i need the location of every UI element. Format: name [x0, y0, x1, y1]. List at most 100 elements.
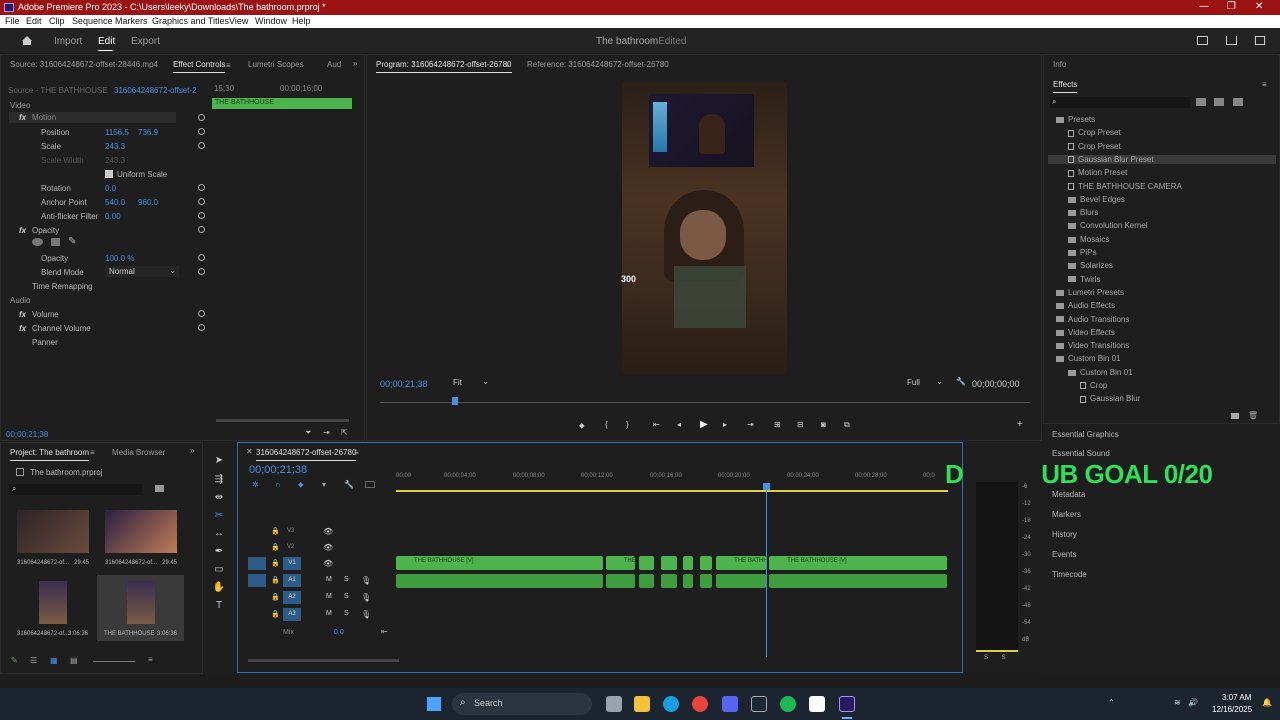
uniform-scale-checkbox[interactable] — [105, 170, 113, 178]
source-dropdown[interactable]: Source - THE BATHHOUSE — [8, 86, 108, 95]
add-marker-icon[interactable]: ⬥ — [579, 421, 585, 431]
reset-icon[interactable] — [198, 268, 205, 275]
track-v1-target[interactable] — [248, 557, 266, 570]
effects-title[interactable]: Effects — [1053, 80, 1078, 93]
linked-selection-icon[interactable]: ∩ — [275, 480, 281, 489]
yuv-effects-icon[interactable] — [1233, 98, 1243, 106]
track-select-icon[interactable]: ⇶ — [212, 474, 226, 488]
effects-folder-item[interactable]: Blurs — [1068, 208, 1098, 217]
opacity-value[interactable]: 100.0 % — [105, 254, 134, 263]
maximize-button[interactable]: ❐ — [1227, 1, 1236, 12]
freeform-view-icon[interactable]: ▤ — [70, 656, 78, 665]
project-menu-icon[interactable]: ≡ — [90, 448, 95, 457]
effects-preset-item[interactable]: Gaussian Blur — [1080, 394, 1140, 403]
video-clip[interactable] — [699, 556, 713, 570]
tab-info[interactable]: Info — [1053, 60, 1066, 69]
effects-folder-item[interactable]: Audio Effects — [1056, 301, 1115, 310]
menu-window[interactable]: Window — [255, 16, 287, 26]
export-frame-icon[interactable]: ⇱ — [341, 428, 348, 437]
delete-icon[interactable]: 🗑 — [1248, 411, 1258, 420]
reset-icon[interactable] — [198, 310, 205, 317]
tab-source[interactable]: Source: 316064248672-offset-28446.mp4 — [10, 60, 158, 69]
clock-date[interactable]: 12/16/2025 — [1212, 705, 1252, 714]
clip-area[interactable]: THE BATHHOUSE [V] THE THE BATHHOUSE [V] THE… — [396, 555, 948, 591]
lift-icon[interactable]: ⊞ — [774, 420, 781, 429]
tab-media-browser[interactable]: Media Browser — [112, 448, 165, 457]
program-playhead[interactable] — [451, 397, 458, 405]
rectangle-tool-icon[interactable]: ▭ — [212, 564, 226, 578]
mute-icon[interactable]: M — [326, 593, 332, 600]
panel-metadata[interactable]: Metadata — [1052, 490, 1085, 499]
track-a3-label[interactable]: A3 — [283, 608, 301, 621]
effects-preset-item[interactable]: Crop Preset — [1068, 128, 1121, 137]
audio-clip[interactable] — [716, 574, 766, 588]
play-icon[interactable]: ▶ — [700, 419, 708, 430]
add-marker-icon[interactable]: ⬥ — [298, 480, 304, 490]
eye-icon[interactable]: 👁 — [323, 559, 333, 568]
panel-essential-graphics[interactable]: Essential Graphics — [1052, 430, 1119, 439]
work-area-bar[interactable] — [396, 490, 948, 492]
windows-start-icon[interactable] — [427, 697, 441, 711]
reset-icon[interactable] — [198, 324, 205, 331]
mix-end-icon[interactable]: ⇤ — [381, 627, 388, 636]
effects-menu-icon[interactable]: ≡ — [1262, 80, 1267, 89]
mic-icon[interactable]: 🎙 — [361, 610, 371, 619]
solo-icon[interactable]: S — [344, 610, 349, 617]
track-lock-icon[interactable]: 🔒 — [271, 559, 280, 567]
effects-folder-item[interactable]: Presets — [1056, 115, 1095, 124]
step-back-icon[interactable]: ◂ — [677, 420, 681, 429]
anchor-y[interactable]: 960.0 — [138, 198, 158, 207]
import-tab[interactable]: Import — [54, 36, 82, 47]
mark-out-icon[interactable]: } — [626, 420, 629, 429]
tab-program[interactable]: Program: 316064248672-offset-26780 — [376, 60, 512, 73]
edge-icon[interactable] — [663, 696, 679, 712]
file-explorer-icon[interactable] — [634, 696, 650, 712]
ec-clip-bar[interactable]: THE BATHHOUSE — [212, 98, 352, 109]
project-search-field[interactable]: ⌕ — [9, 484, 142, 495]
track-lock-icon[interactable]: 🔒 — [271, 576, 280, 584]
menu-sequence[interactable]: Sequence — [72, 16, 113, 26]
accelerated-effects-icon[interactable] — [1196, 98, 1206, 106]
reset-icon[interactable] — [198, 254, 205, 261]
ellipse-mask-icon[interactable] — [32, 238, 43, 246]
selection-tool-icon[interactable]: ➤ — [212, 455, 226, 469]
audio-clip[interactable] — [605, 574, 636, 588]
effects-folder-item[interactable]: Lumetri Presets — [1056, 288, 1124, 297]
effects-preset-item[interactable]: Gaussian Blur Preset — [1048, 154, 1276, 164]
audio-clip[interactable] — [769, 574, 947, 588]
tab-lumetri-scopes[interactable]: Lumetri Scopes — [248, 60, 304, 69]
ec-timecode[interactable]: 00;00;21;38 — [6, 430, 48, 439]
capcut-icon[interactable] — [809, 696, 825, 712]
new-bin-icon[interactable] — [1231, 413, 1239, 419]
antiflicker-value[interactable]: 0.00 — [105, 212, 121, 221]
blend-mode-select[interactable]: Normal ⌄ — [105, 266, 179, 277]
pen-tool-icon[interactable]: ✒ — [212, 546, 226, 560]
tab-sequence[interactable]: 316064248672-offset-26780 — [256, 448, 357, 461]
track-v3-label[interactable]: V3 — [287, 528, 294, 534]
mic-icon[interactable]: 🎙 — [361, 576, 371, 585]
menu-graphics[interactable]: Graphics and Titles — [152, 16, 229, 26]
steam-icon[interactable] — [751, 696, 767, 712]
icon-view-icon[interactable]: ▦ — [50, 656, 58, 665]
video-clip[interactable]: THE — [605, 556, 636, 570]
reset-icon[interactable] — [198, 184, 205, 191]
effects-preset-item[interactable]: Crop Preset — [1068, 142, 1121, 151]
premiere-taskbar-icon[interactable] — [839, 696, 855, 712]
32bit-effects-icon[interactable] — [1214, 98, 1224, 106]
sequence-menu-icon[interactable]: ≡ — [354, 448, 359, 457]
menu-file[interactable]: File — [5, 16, 20, 26]
panel-essential-sound[interactable]: Essential Sound — [1052, 449, 1110, 458]
quick-export-icon[interactable] — [1197, 36, 1208, 45]
zoom-slider[interactable] — [93, 661, 135, 662]
playhead-head[interactable] — [763, 483, 770, 490]
mute-icon[interactable]: M — [326, 610, 332, 617]
close-tab-icon[interactable]: ✕ — [246, 447, 253, 456]
audio-clip[interactable] — [396, 574, 603, 588]
task-view-icon[interactable] — [606, 696, 622, 712]
home-icon[interactable] — [21, 35, 33, 46]
effects-folder-item[interactable]: Custom Bin 01 — [1068, 368, 1132, 377]
solo-icon[interactable]: S — [344, 576, 349, 583]
reset-icon[interactable] — [198, 128, 205, 135]
timeline-timecode[interactable]: 00;00;21;38 — [249, 464, 307, 476]
time-remapping-label[interactable]: Time Remapping — [32, 282, 93, 291]
